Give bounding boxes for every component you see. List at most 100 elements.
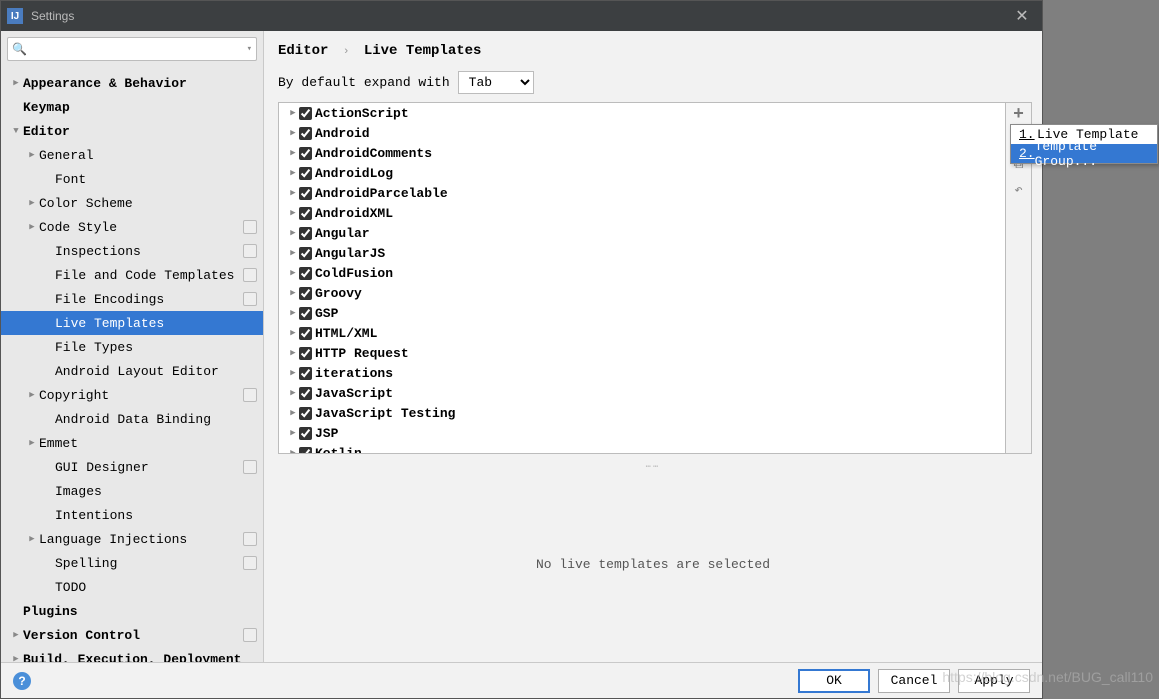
template-group-row[interactable]: ▶Groovy — [279, 283, 1005, 303]
template-checkbox[interactable] — [299, 227, 312, 240]
tree-item[interactable]: Keymap — [1, 95, 263, 119]
chevron-right-icon: ▶ — [287, 148, 299, 158]
template-checkbox[interactable] — [299, 267, 312, 280]
chevron-icon: ▶ — [9, 630, 23, 640]
tree-item[interactable]: File Types — [1, 335, 263, 359]
tree-item[interactable]: Font — [1, 167, 263, 191]
revert-button[interactable]: ↶ — [1006, 178, 1031, 203]
template-group-row[interactable]: ▶Kotlin — [279, 443, 1005, 454]
ok-button[interactable]: OK — [798, 669, 870, 693]
help-icon[interactable]: ? — [13, 672, 31, 690]
tree-item[interactable]: ▶Copyright — [1, 383, 263, 407]
tree-item-label: Plugins — [23, 604, 257, 619]
tree-item-label: Images — [55, 484, 257, 499]
tree-item-label: Language Injections — [39, 532, 243, 547]
project-badge-icon — [243, 268, 257, 282]
tree-item[interactable]: Android Data Binding — [1, 407, 263, 431]
template-checkbox[interactable] — [299, 327, 312, 340]
tree-item[interactable]: Intentions — [1, 503, 263, 527]
template-group-row[interactable]: ▶AndroidLog — [279, 163, 1005, 183]
template-group-row[interactable]: ▶JavaScript — [279, 383, 1005, 403]
template-checkbox[interactable] — [299, 387, 312, 400]
chevron-icon: ▼ — [9, 126, 23, 136]
template-checkbox[interactable] — [299, 247, 312, 260]
template-group-row[interactable]: ▶HTML/XML — [279, 323, 1005, 343]
template-label: ColdFusion — [315, 266, 393, 281]
tree-item-label: Appearance & Behavior — [23, 76, 257, 91]
template-label: Groovy — [315, 286, 362, 301]
search-input[interactable] — [27, 42, 247, 57]
template-checkbox[interactable] — [299, 167, 312, 180]
popup-item-template-group[interactable]: 2. Template Group... — [1011, 144, 1157, 163]
template-group-row[interactable]: ▶AndroidComments — [279, 143, 1005, 163]
cancel-button[interactable]: Cancel — [878, 669, 950, 693]
template-group-row[interactable]: ▶Android — [279, 123, 1005, 143]
template-group-row[interactable]: ▶JSP — [279, 423, 1005, 443]
template-group-row[interactable]: ▶iterations — [279, 363, 1005, 383]
add-popup[interactable]: 1. Live Template 2. Template Group... — [1010, 124, 1158, 164]
apply-button[interactable]: Apply — [958, 669, 1030, 693]
template-checkbox[interactable] — [299, 407, 312, 420]
chevron-right-icon: ▶ — [287, 108, 299, 118]
tree-item[interactable]: ▶Build, Execution, Deployment — [1, 647, 263, 662]
expand-select[interactable]: Tab — [458, 71, 534, 94]
chevron-icon: ▶ — [25, 390, 39, 400]
settings-tree[interactable]: ▶Appearance & BehaviorKeymap▼Editor▶Gene… — [1, 67, 263, 662]
chevron-right-icon: ▶ — [287, 388, 299, 398]
tree-item[interactable]: Inspections — [1, 239, 263, 263]
template-checkbox[interactable] — [299, 347, 312, 360]
project-badge-icon — [243, 556, 257, 570]
template-group-row[interactable]: ▶AndroidParcelable — [279, 183, 1005, 203]
tree-item[interactable]: ▶Version Control — [1, 623, 263, 647]
template-checkbox[interactable] — [299, 287, 312, 300]
template-checkbox[interactable] — [299, 187, 312, 200]
tree-item[interactable]: File Encodings — [1, 287, 263, 311]
tree-item[interactable]: File and Code Templates — [1, 263, 263, 287]
template-checkbox[interactable] — [299, 427, 312, 440]
template-group-row[interactable]: ▶JavaScript Testing — [279, 403, 1005, 423]
tree-item[interactable]: Android Layout Editor — [1, 359, 263, 383]
template-group-row[interactable]: ▶AngularJS — [279, 243, 1005, 263]
template-checkbox[interactable] — [299, 367, 312, 380]
template-group-row[interactable]: ▶AndroidXML — [279, 203, 1005, 223]
search-icon: 🔍 — [12, 42, 27, 57]
close-icon[interactable]: ✕ — [1008, 6, 1036, 26]
template-label: AndroidLog — [315, 166, 393, 181]
template-group-row[interactable]: ▶ColdFusion — [279, 263, 1005, 283]
tree-item[interactable]: TODO — [1, 575, 263, 599]
tree-item[interactable]: GUI Designer — [1, 455, 263, 479]
tree-item[interactable]: ▶Language Injections — [1, 527, 263, 551]
tree-item[interactable]: Spelling — [1, 551, 263, 575]
template-list[interactable]: ▶ActionScript▶Android▶AndroidComments▶An… — [278, 102, 1006, 454]
template-group-row[interactable]: ▶GSP — [279, 303, 1005, 323]
tree-item[interactable]: ▶Appearance & Behavior — [1, 71, 263, 95]
tree-item[interactable]: Plugins — [1, 599, 263, 623]
chevron-icon: ▶ — [9, 654, 23, 662]
template-checkbox[interactable] — [299, 207, 312, 220]
template-checkbox[interactable] — [299, 147, 312, 160]
tree-item[interactable]: ▶Emmet — [1, 431, 263, 455]
chevron-right-icon: ▶ — [287, 348, 299, 358]
template-group-row[interactable]: ▶Angular — [279, 223, 1005, 243]
template-checkbox[interactable] — [299, 107, 312, 120]
tree-item[interactable]: ▼Editor — [1, 119, 263, 143]
search-input-wrap[interactable]: 🔍 ▾ — [7, 37, 257, 61]
tree-item[interactable]: Live Templates — [1, 311, 263, 335]
template-group-row[interactable]: ▶ActionScript — [279, 103, 1005, 123]
chevron-right-icon: ▶ — [287, 448, 299, 454]
tree-item[interactable]: ▶Code Style — [1, 215, 263, 239]
tree-item[interactable]: ▶General — [1, 143, 263, 167]
template-label: JSP — [315, 426, 338, 441]
project-badge-icon — [243, 388, 257, 402]
chevron-down-icon[interactable]: ▾ — [247, 44, 252, 54]
tree-item[interactable]: Images — [1, 479, 263, 503]
chevron-right-icon: ▶ — [287, 208, 299, 218]
template-checkbox[interactable] — [299, 127, 312, 140]
tree-item-label: Color Scheme — [39, 196, 257, 211]
tree-item[interactable]: ▶Color Scheme — [1, 191, 263, 215]
template-checkbox[interactable] — [299, 447, 312, 455]
expand-label: By default expand with — [278, 75, 450, 90]
template-checkbox[interactable] — [299, 307, 312, 320]
chevron-right-icon: ▶ — [287, 228, 299, 238]
template-group-row[interactable]: ▶HTTP Request — [279, 343, 1005, 363]
